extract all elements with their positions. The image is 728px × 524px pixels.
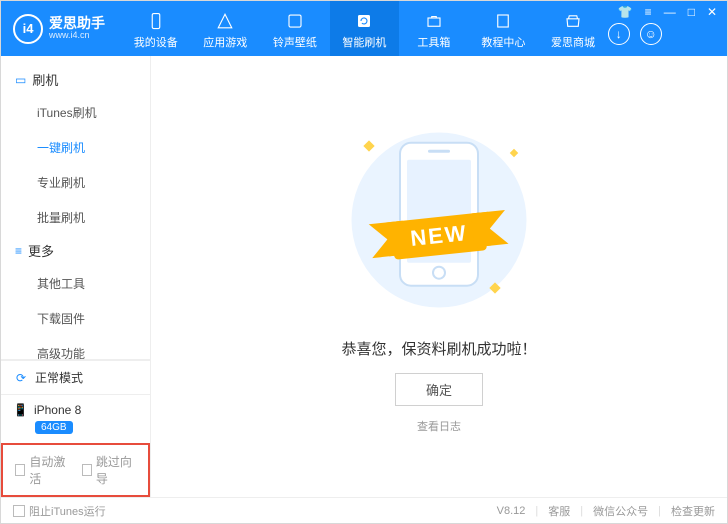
sidebar-item-download-firmware[interactable]: 下载固件 <box>1 301 150 336</box>
phone-icon <box>146 11 166 31</box>
tab-label: 教程中心 <box>481 34 525 50</box>
list-icon: ≡ <box>15 244 22 258</box>
tab-label: 爱思商城 <box>551 34 595 50</box>
support-link[interactable]: 客服 <box>548 503 570 519</box>
checkbox-icon <box>15 464 25 476</box>
briefcase-icon <box>424 11 444 31</box>
flash-options-row: 自动激活 跳过向导 <box>1 443 150 497</box>
sidebar: ▭ 刷机 iTunes刷机 一键刷机 专业刷机 批量刷机 ≡ 更多 其他工具 下… <box>1 56 151 497</box>
sidebar-section-flash: ▭ 刷机 <box>1 64 150 95</box>
version-label: V8.12 <box>497 505 526 517</box>
section-label: 刷机 <box>32 70 58 89</box>
tab-label: 智能刷机 <box>342 34 386 50</box>
sidebar-item-itunes-flash[interactable]: iTunes刷机 <box>1 95 150 130</box>
tab-tutorial[interactable]: 教程中心 <box>469 1 539 56</box>
app-subtitle: www.i4.cn <box>49 31 105 41</box>
checkbox-icon <box>13 505 25 517</box>
sidebar-item-other-tools[interactable]: 其他工具 <box>1 266 150 301</box>
download-button[interactable]: ↓ <box>608 23 630 45</box>
mode-label: 正常模式 <box>35 369 83 386</box>
success-illustration: NEW <box>339 120 539 320</box>
app-title: 爱思助手 <box>49 16 105 31</box>
checkbox-icon <box>82 464 92 476</box>
tab-apps[interactable]: 应用游戏 <box>191 1 261 56</box>
close-button[interactable]: ✕ <box>705 5 719 19</box>
tab-tones[interactable]: 铃声壁纸 <box>260 1 330 56</box>
store-icon <box>563 11 583 31</box>
view-log-link[interactable]: 查看日志 <box>417 418 461 434</box>
tab-label: 工具箱 <box>417 34 450 50</box>
top-tabs: 我的设备 应用游戏 铃声壁纸 智能刷机 工具箱 教程中心 <box>121 1 608 56</box>
sidebar-section-more: ≡ 更多 <box>1 235 150 266</box>
tab-label: 铃声壁纸 <box>273 34 317 50</box>
apps-icon <box>215 11 235 31</box>
checkbox-label: 跳过向导 <box>96 453 136 487</box>
sidebar-item-batch-flash[interactable]: 批量刷机 <box>1 200 150 235</box>
list-icon: ▭ <box>15 73 26 87</box>
refresh-icon: ⟳ <box>13 370 29 386</box>
logo-icon: i4 <box>13 14 43 44</box>
phone-icon: 📱 <box>13 403 28 417</box>
user-button[interactable]: ☺ <box>640 23 662 45</box>
checkbox-prevent-itunes[interactable]: 阻止iTunes运行 <box>13 503 106 519</box>
tab-device[interactable]: 我的设备 <box>121 1 191 56</box>
device-info-row[interactable]: 📱 iPhone 8 64GB <box>1 394 150 443</box>
image-icon <box>285 11 305 31</box>
storage-badge: 64GB <box>35 421 73 434</box>
tab-store[interactable]: 爱思商城 <box>538 1 608 56</box>
checkbox-label: 自动激活 <box>29 453 69 487</box>
tab-flash[interactable]: 智能刷机 <box>330 1 400 56</box>
section-label: 更多 <box>28 241 54 260</box>
sidebar-item-pro-flash[interactable]: 专业刷机 <box>1 165 150 200</box>
minimize-button[interactable]: — <box>662 5 678 19</box>
checkbox-label: 阻止iTunes运行 <box>29 503 106 519</box>
device-model: iPhone 8 <box>34 403 81 417</box>
wechat-link[interactable]: 微信公众号 <box>593 503 648 519</box>
ok-button[interactable]: 确定 <box>395 373 483 406</box>
checkbox-auto-activate[interactable]: 自动激活 <box>15 453 70 487</box>
device-mode-row[interactable]: ⟳ 正常模式 <box>1 360 150 394</box>
check-update-link[interactable]: 检查更新 <box>671 503 715 519</box>
book-icon <box>493 11 513 31</box>
menu-button[interactable]: ≡ <box>643 5 654 19</box>
skin-button[interactable]: 👕 <box>616 5 635 19</box>
refresh-icon <box>354 11 374 31</box>
tab-label: 我的设备 <box>134 34 178 50</box>
checkbox-skip-wizard[interactable]: 跳过向导 <box>82 453 137 487</box>
tab-label: 应用游戏 <box>203 34 247 50</box>
app-logo: i4 爱思助手 www.i4.cn <box>1 1 121 56</box>
sidebar-item-advanced[interactable]: 高级功能 <box>1 336 150 359</box>
sidebar-item-oneclick-flash[interactable]: 一键刷机 <box>1 130 150 165</box>
main-content: NEW 恭喜您，保资料刷机成功啦！ 确定 查看日志 <box>151 56 727 497</box>
tab-toolbox[interactable]: 工具箱 <box>399 1 469 56</box>
maximize-button[interactable]: □ <box>686 5 697 19</box>
success-headline: 恭喜您，保资料刷机成功啦！ <box>341 338 536 359</box>
status-bar: 阻止iTunes运行 V8.12 | 客服 | 微信公众号 | 检查更新 <box>1 497 727 523</box>
